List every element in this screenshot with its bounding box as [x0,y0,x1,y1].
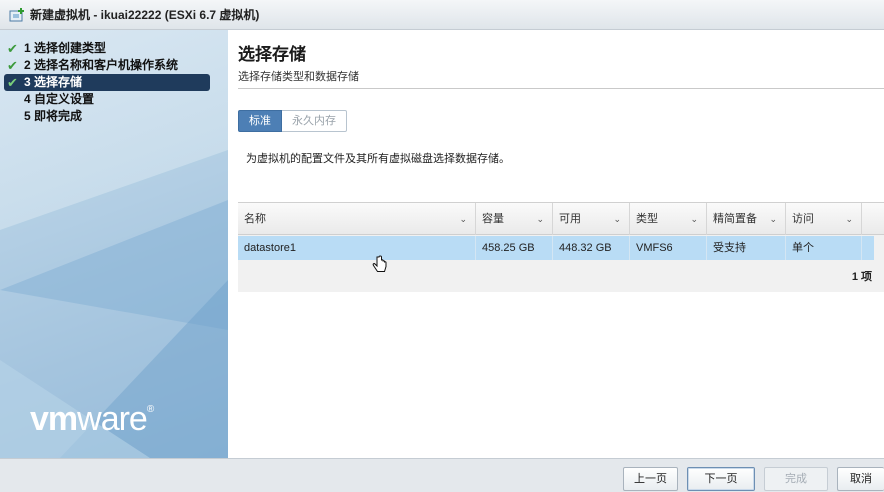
datastore-grid: 名称 ⌄ 容量 ⌄ 可用 ⌄ 类型 ⌄ 精简置备 ⌄ 访问 ⌄ datastore1 458… [238,202,884,292]
vmware-logo: vmware® [30,400,154,439]
page-title: 选择存储 [238,45,306,64]
window-title: 新建虚拟机 - ikuai22222 (ESXi 6.7 虚拟机) [30,8,260,22]
title-divider [238,88,884,89]
column-label: 类型 [636,213,658,225]
window-titlebar: 新建虚拟机 - ikuai22222 (ESXi 6.7 虚拟机) [0,0,884,30]
wizard-footer: 上一页 下一页 完成 取消 [0,458,884,492]
finish-button[interactable]: 完成 [764,467,828,491]
wizard-step-4[interactable]: 4 自定义设置 [4,91,210,108]
cell-name: datastore1 [238,236,476,260]
check-icon: ✔ [7,58,18,73]
page-subtitle: 选择存储类型和数据存储 [238,71,359,83]
column-type[interactable]: 类型 ⌄ [630,203,707,235]
cell-access: 单个 [786,236,862,260]
wizard-step-label: 3 选择存储 [24,75,83,89]
chevron-down-icon[interactable]: ⌄ [459,203,467,235]
hand-pointer-icon [372,255,388,280]
column-label: 容量 [482,213,504,225]
cell-type: VMFS6 [630,236,707,260]
item-count: 1 项 [851,271,872,283]
column-thin-provisioning[interactable]: 精简置备 ⌄ [707,203,786,235]
check-icon: ✔ [7,75,18,90]
column-label: 可用 [559,213,581,225]
wizard-main: 选择存储 选择存储类型和数据存储 标准 永久内存 为虚拟机的配置文件及其所有虚拟… [228,30,884,458]
column-label: 精简置备 [713,213,757,225]
column-capacity[interactable]: 容量 ⌄ [476,203,553,235]
chevron-down-icon[interactable]: ⌄ [613,203,621,235]
cell-capacity: 458.25 GB [476,236,553,260]
vmware-logo-rest: ware [77,400,148,438]
wizard-sidebar: ✔ 1 选择创建类型 ✔ 2 选择名称和客户机操作系统 ✔ 3 选择存储 4 自… [0,30,228,458]
vmware-logo-bold: vm [30,400,78,438]
vm-create-icon [8,7,26,23]
cell-free: 448.32 GB [553,236,630,260]
wizard-steps: ✔ 1 选择创建类型 ✔ 2 选择名称和客户机操作系统 ✔ 3 选择存储 4 自… [4,40,210,125]
wizard-step-1[interactable]: ✔ 1 选择创建类型 [4,40,210,57]
wizard-step-label: 2 选择名称和客户机操作系统 [24,58,179,72]
chevron-down-icon[interactable]: ⌄ [845,203,853,235]
back-button[interactable]: 上一页 [623,467,678,491]
storage-type-toggle: 标准 永久内存 [238,110,347,132]
chevron-down-icon[interactable]: ⌄ [769,203,777,235]
wizard-step-label: 5 即将完成 [24,109,83,123]
grid-header: 名称 ⌄ 容量 ⌄ 可用 ⌄ 类型 ⌄ 精简置备 ⌄ 访问 ⌄ [238,203,884,235]
vmware-logo-mark: ® [146,404,154,415]
column-free[interactable]: 可用 ⌄ [553,203,630,235]
wizard-step-5[interactable]: 5 即将完成 [4,108,210,125]
column-access[interactable]: 访问 ⌄ [786,203,862,235]
wizard-step-label: 4 自定义设置 [24,92,95,106]
cell-thin-provisioning: 受支持 [707,236,786,260]
column-label: 名称 [244,213,266,225]
tab-persistent-memory[interactable]: 永久内存 [282,110,347,132]
wizard-step-3[interactable]: ✔ 3 选择存储 [4,74,210,91]
cancel-button[interactable]: 取消 [837,467,884,491]
column-name[interactable]: 名称 ⌄ [238,203,476,235]
check-icon: ✔ [7,41,18,56]
next-button[interactable]: 下一页 [687,467,755,491]
wizard-step-2[interactable]: ✔ 2 选择名称和客户机操作系统 [4,57,210,74]
wizard-step-label: 1 选择创建类型 [24,41,107,55]
instruction-text: 为虚拟机的配置文件及其所有虚拟磁盘选择数据存储。 [246,153,510,165]
chevron-down-icon[interactable]: ⌄ [536,203,544,235]
table-row[interactable]: datastore1 458.25 GB 448.32 GB VMFS6 受支持… [238,236,874,260]
chevron-down-icon[interactable]: ⌄ [690,203,698,235]
tab-standard[interactable]: 标准 [238,110,282,132]
column-label: 访问 [792,213,814,225]
